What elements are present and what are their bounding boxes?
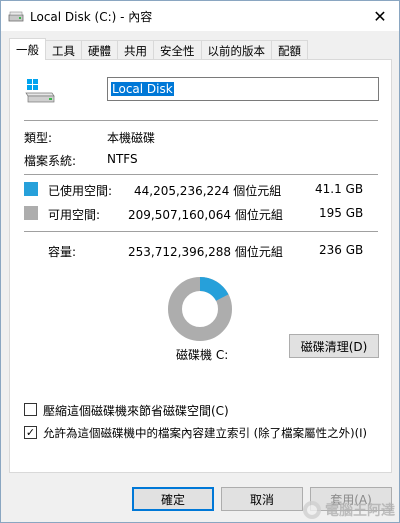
cancel-button[interactable]: 取消 bbox=[221, 487, 303, 511]
capacity-label: 容量: bbox=[48, 245, 77, 259]
drive-letter-label: 磁碟機 C: bbox=[176, 348, 229, 362]
tab-tools[interactable]: 工具 bbox=[45, 40, 82, 60]
watermark-text: 電腦王阿達 bbox=[325, 503, 395, 519]
compress-checkbox[interactable] bbox=[24, 403, 37, 416]
separator bbox=[24, 120, 378, 121]
index-checkbox[interactable]: ✓ bbox=[24, 426, 37, 439]
watermark-logo-icon bbox=[303, 501, 321, 519]
tab-previous-versions[interactable]: 以前的版本 bbox=[200, 40, 272, 60]
separator bbox=[24, 174, 378, 175]
tab-strip: 一般 工具 硬體 共用 安全性 以前的版本 配額 bbox=[9, 38, 308, 60]
free-space-bytes: 209,507,160,064 個位元組 bbox=[128, 208, 283, 222]
index-label: 允許為這個磁碟機中的檔案內容建立索引 (除了檔案屬性之外)(I) bbox=[43, 426, 367, 440]
general-panel: Local Disk 類型: 本機磁碟 檔案系統: NTFS 已使用空間: 44… bbox=[9, 59, 392, 473]
filesystem-label: 檔案系統: bbox=[24, 154, 77, 168]
properties-window: Local Disk (C:) - 內容 ✕ 一般 工具 硬體 共用 安全性 以… bbox=[0, 0, 400, 523]
separator bbox=[24, 231, 378, 232]
capacity-bytes: 253,712,396,288 個位元組 bbox=[128, 245, 283, 259]
free-space-swatch bbox=[24, 206, 38, 220]
tab-security[interactable]: 安全性 bbox=[153, 40, 202, 60]
used-space-size: 41.1 GB bbox=[315, 182, 364, 196]
tab-sharing[interactable]: 共用 bbox=[117, 40, 154, 60]
free-space-size: 195 GB bbox=[319, 206, 364, 220]
type-value: 本機磁碟 bbox=[107, 131, 156, 145]
close-button[interactable]: ✕ bbox=[371, 6, 389, 26]
close-icon: ✕ bbox=[373, 6, 387, 26]
ok-button[interactable]: 確定 bbox=[132, 487, 214, 511]
disk-cleanup-button[interactable]: 磁碟清理(D) bbox=[289, 334, 379, 358]
used-space-bytes: 44,205,236,224 個位元組 bbox=[134, 184, 282, 198]
tab-hardware[interactable]: 硬體 bbox=[81, 40, 118, 60]
usage-donut-chart bbox=[168, 277, 232, 341]
drive-title-icon bbox=[8, 11, 24, 22]
window-title: Local Disk (C:) - 內容 bbox=[30, 9, 153, 24]
compress-label: 壓縮這個磁碟機來節省磁碟空間(C) bbox=[43, 404, 229, 418]
tab-quota[interactable]: 配額 bbox=[271, 40, 308, 60]
used-space-label: 已使用空間: bbox=[48, 184, 113, 198]
capacity-size: 236 GB bbox=[319, 243, 364, 257]
tab-general[interactable]: 一般 bbox=[9, 38, 46, 60]
site-watermark: 電腦王阿達 bbox=[302, 500, 395, 520]
drive-name-input[interactable]: Local Disk bbox=[107, 77, 379, 101]
used-space-swatch bbox=[24, 182, 38, 196]
drive-name-value: Local Disk bbox=[111, 82, 174, 96]
type-label: 類型: bbox=[24, 131, 53, 145]
drive-icon bbox=[25, 79, 55, 103]
filesystem-value: NTFS bbox=[107, 152, 138, 166]
free-space-label: 可用空間: bbox=[48, 208, 101, 222]
title-bar[interactable]: Local Disk (C:) - 內容 ✕ bbox=[1, 1, 399, 31]
